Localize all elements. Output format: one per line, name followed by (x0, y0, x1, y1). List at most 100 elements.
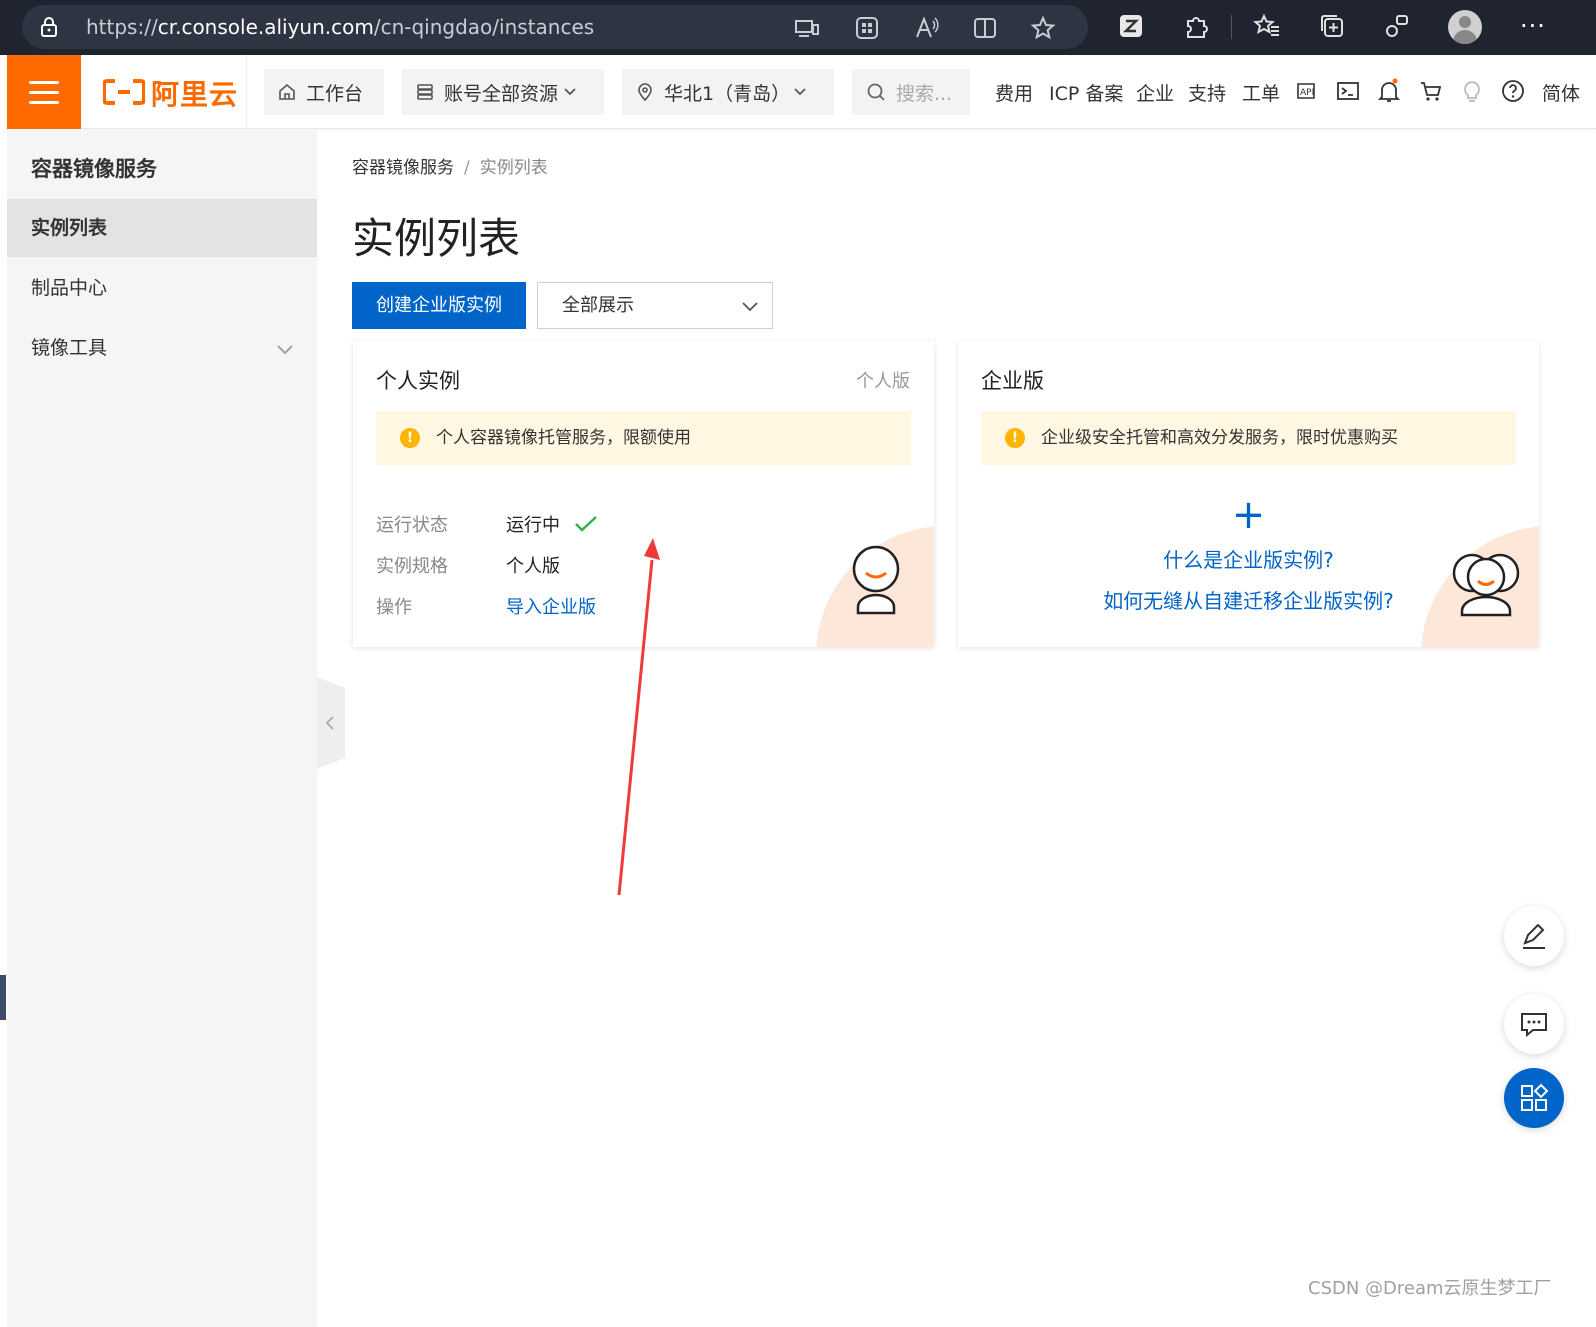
aliyun-logo[interactable]: 阿里云 (81, 55, 247, 129)
sidebar-collapse-toggle[interactable] (317, 677, 345, 769)
help-icon[interactable] (1500, 78, 1526, 104)
cart-icon[interactable] (1418, 78, 1444, 104)
sidebar-title: 容器镜像服务 (31, 157, 157, 181)
notice-text: 企业级安全托管和高效分发服务，限时优惠购买 (1041, 428, 1398, 448)
location-pin-icon (638, 83, 652, 101)
apps-icon[interactable] (854, 15, 880, 41)
person-icon (852, 545, 900, 615)
address-bar[interactable]: https://cr.console.aliyun.com/cn-qingdao… (22, 5, 1088, 49)
console-topnav: 阿里云 工作台 账号全部资源 华北1（青岛） 搜索... 费用 ICP 备案 企… (7, 55, 1596, 129)
lightbulb-icon[interactable] (1459, 78, 1485, 104)
extension-z-icon[interactable] (1117, 12, 1145, 40)
chevron-left-icon (325, 716, 334, 730)
split-screen-icon[interactable] (972, 15, 998, 41)
add-icon[interactable]: + (958, 495, 1539, 535)
sidebar-item-instances[interactable]: 实例列表 (7, 199, 317, 257)
read-aloud-icon[interactable] (914, 15, 940, 41)
resources-dropdown[interactable]: 账号全部资源 (402, 69, 604, 115)
url-text: https://cr.console.aliyun.com/cn-qingdao… (86, 15, 595, 39)
spec-label: 实例规格 (376, 556, 448, 577)
feedback-edit-button[interactable] (1504, 906, 1564, 966)
share-icon[interactable] (1383, 12, 1411, 40)
nav-link-ticket[interactable]: 工单 (1242, 79, 1280, 106)
workbench-label: 工作台 (306, 82, 364, 105)
window-edge (0, 55, 7, 1327)
spec-value: 个人版 (506, 556, 560, 577)
sidebar-item-label: 制品中心 (31, 277, 108, 299)
chat-button[interactable] (1504, 994, 1564, 1054)
window-edge-marker (0, 975, 6, 1020)
notice-banner: ! 企业级安全托管和高效分发服务，限时优惠购买 (981, 411, 1516, 465)
search-placeholder: 搜索... (896, 82, 953, 105)
more-menu-icon[interactable]: ··· (1520, 12, 1546, 40)
chevron-down-icon (742, 302, 758, 312)
api-icon[interactable]: API (1293, 78, 1319, 104)
menu-button[interactable] (7, 55, 81, 129)
bell-icon[interactable] (1376, 78, 1402, 104)
collections-icon[interactable] (1318, 12, 1346, 40)
breadcrumb-current: 实例列表 (479, 158, 548, 178)
warning-icon: ! (1005, 428, 1025, 448)
language-switch[interactable]: 简体 (1542, 79, 1580, 106)
enterprise-card[interactable]: 企业版 ! 企业级安全托管和高效分发服务，限时优惠购买 + 什么是企业版实例? … (958, 341, 1539, 647)
annotation-arrow (617, 538, 660, 896)
device-icon[interactable] (794, 15, 820, 41)
toolbar-divider (1231, 15, 1232, 39)
notice-text: 个人容器镜像托管服务，限额使用 (436, 428, 691, 448)
nav-link-cost[interactable]: 费用 (995, 79, 1033, 106)
region-label: 华北1（青岛） (664, 82, 791, 105)
search-icon (867, 83, 885, 101)
workbench-button[interactable]: 工作台 (264, 69, 384, 115)
browser-toolbar: https://cr.console.aliyun.com/cn-qingdao… (0, 0, 1596, 55)
sidebar: 容器镜像服务 实例列表 制品中心 镜像工具 (7, 129, 317, 1327)
logo-text: 阿里云 (151, 78, 239, 111)
terminal-icon[interactable] (1335, 78, 1361, 104)
resources-label: 账号全部资源 (444, 82, 559, 105)
warning-icon: ! (400, 428, 420, 448)
aliyun-logo-icon (103, 79, 145, 105)
status-badge: 运行中 (506, 515, 560, 536)
home-icon (279, 83, 295, 100)
extensions-puzzle-icon[interactable] (1182, 12, 1210, 40)
filter-select-value: 全部展示 (562, 295, 634, 316)
breadcrumb: 容器镜像服务 / 实例列表 (352, 153, 548, 178)
database-icon (417, 84, 433, 100)
favorite-star-icon[interactable] (1030, 15, 1056, 41)
status-value: 运行中 (506, 511, 598, 537)
favorites-list-icon[interactable] (1253, 12, 1281, 40)
region-dropdown[interactable]: 华北1（青岛） (622, 69, 834, 115)
chevron-down-icon (794, 88, 806, 96)
chat-bubble-icon (1521, 1013, 1547, 1038)
search-box[interactable]: 搜索... (852, 69, 970, 115)
check-icon (574, 516, 597, 532)
svg-text:API: API (1300, 88, 1314, 98)
nav-link-enterprise[interactable]: 企业 (1136, 79, 1174, 106)
action-label: 操作 (376, 597, 412, 618)
quick-apps-button[interactable] (1504, 1068, 1564, 1128)
import-enterprise-link[interactable]: 导入企业版 (506, 593, 596, 619)
page-title: 实例列表 (352, 214, 521, 263)
chevron-down-icon (277, 345, 293, 355)
breadcrumb-separator: / (464, 158, 470, 178)
nav-link-icp[interactable]: ICP 备案 (1049, 79, 1123, 106)
sidebar-item-artifacts[interactable]: 制品中心 (7, 259, 317, 317)
watermark-text: CSDN @Dream云原生梦工厂 (1308, 1278, 1552, 1299)
apps-grid-icon (1521, 1083, 1549, 1111)
card-title: 个人实例 (376, 369, 460, 393)
filter-select[interactable]: 全部展示 (537, 282, 773, 329)
lock-icon (41, 17, 57, 37)
team-icon (1452, 553, 1520, 617)
edit-pen-icon (1523, 923, 1545, 949)
notice-banner: ! 个人容器镜像托管服务，限额使用 (376, 411, 911, 465)
card-title: 企业版 (981, 369, 1044, 393)
sidebar-item-label: 镜像工具 (31, 337, 108, 359)
nav-link-support[interactable]: 支持 (1188, 79, 1226, 106)
sidebar-item-image-tools[interactable]: 镜像工具 (7, 319, 317, 377)
chevron-down-icon (564, 88, 576, 96)
profile-avatar[interactable] (1448, 10, 1482, 44)
sidebar-item-label: 实例列表 (31, 217, 108, 239)
status-label: 运行状态 (376, 515, 448, 536)
breadcrumb-root[interactable]: 容器镜像服务 (352, 158, 454, 178)
create-enterprise-instance-button[interactable]: 创建企业版实例 (352, 282, 526, 329)
card-tag: 个人版 (856, 371, 910, 392)
